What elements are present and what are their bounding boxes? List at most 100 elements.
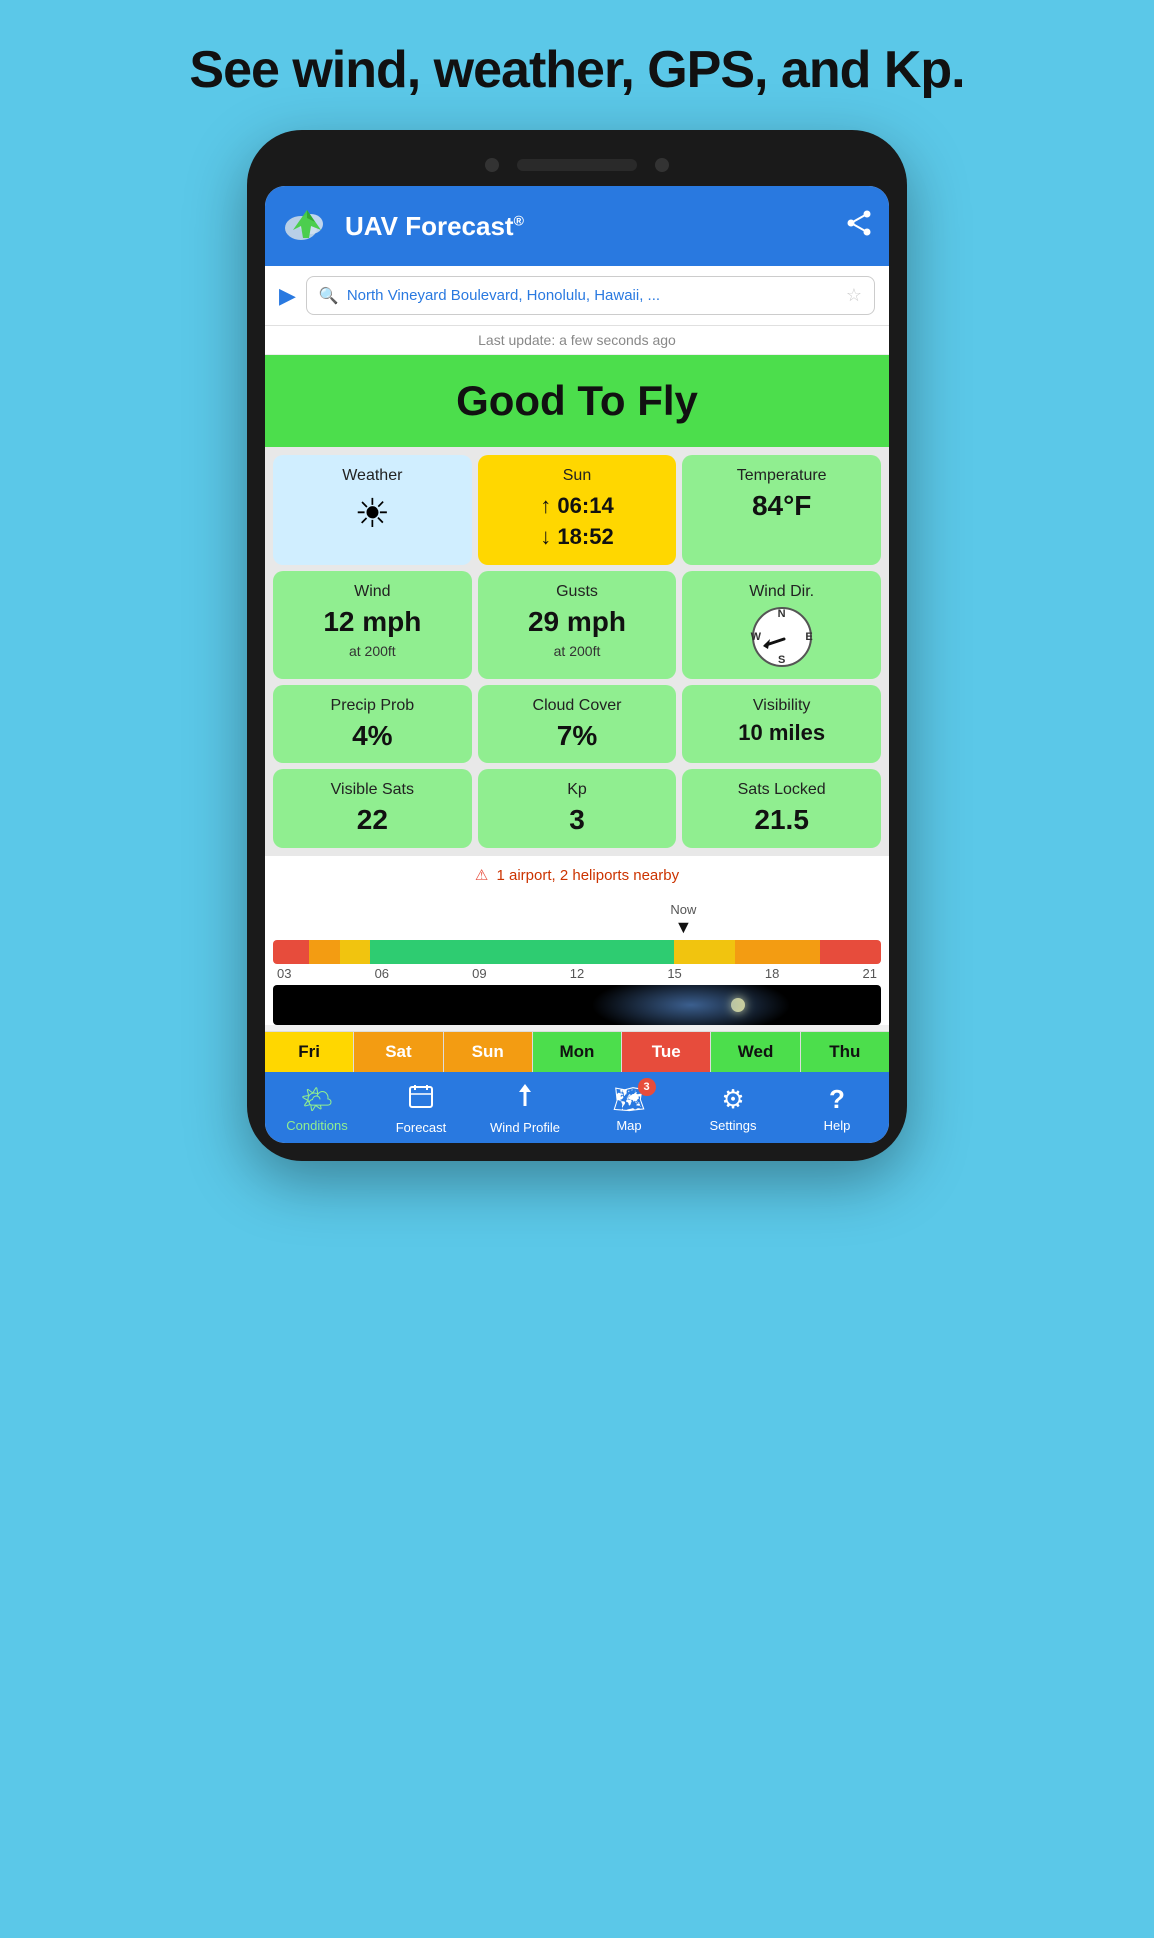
app-header: UAV Forecast® xyxy=(265,186,889,266)
nav-forecast[interactable]: Forecast xyxy=(381,1082,461,1135)
wind-value: 12 mph xyxy=(323,607,421,638)
map-label: Map xyxy=(616,1118,641,1133)
conditions-icon: 🌤 xyxy=(300,1084,333,1115)
tl-label-18: 18 xyxy=(765,966,779,981)
cloud-cover-card: Cloud Cover 7% xyxy=(478,685,677,764)
gusts-card: Gusts 29 mph at 200ft xyxy=(478,571,677,679)
sun-times: ↑ 06:14 ↓ 18:52 xyxy=(540,491,613,553)
weather-icon: ☀ xyxy=(354,491,390,537)
airport-warning-text: 1 airport, 2 heliports nearby xyxy=(497,867,680,884)
sun-label: Sun xyxy=(563,467,591,485)
sats-locked-value: 21.5 xyxy=(754,805,809,836)
airport-warning: ⚠ 1 airport, 2 heliports nearby xyxy=(265,856,889,894)
data-grid: Weather ☀ Sun ↑ 06:14 ↓ 18:52 Temperatur… xyxy=(265,447,889,856)
warning-icon: ⚠ xyxy=(475,867,488,884)
speaker-bar xyxy=(517,159,637,171)
now-arrow: ▼ xyxy=(674,917,692,938)
cloud-cover-label: Cloud Cover xyxy=(533,697,622,715)
visible-sats-value: 22 xyxy=(357,805,388,836)
nav-wind-profile[interactable]: Wind Profile xyxy=(485,1082,565,1135)
search-section: ▶ 🔍 North Vineyard Boulevard, Honolulu, … xyxy=(265,266,889,326)
help-label: Help xyxy=(824,1118,851,1133)
wind-dir-card: Wind Dir. N S E W xyxy=(682,571,881,679)
day-tab-sat[interactable]: Sat xyxy=(354,1032,443,1072)
visibility-card: Visibility 10 miles xyxy=(682,685,881,764)
kp-value: 3 xyxy=(569,805,585,836)
tl-label-06: 06 xyxy=(375,966,389,981)
temperature-label: Temperature xyxy=(737,467,827,485)
weather-label: Weather xyxy=(342,467,402,485)
day-tab-wed[interactable]: Wed xyxy=(711,1032,800,1072)
map-icon: 🗺 3 xyxy=(612,1084,645,1115)
sun-card: Sun ↑ 06:14 ↓ 18:52 xyxy=(478,455,677,565)
last-update-text: Last update: a few seconds ago xyxy=(265,326,889,355)
map-badge: 3 xyxy=(638,1078,656,1096)
nav-help[interactable]: ? Help xyxy=(797,1084,877,1133)
visibility-label: Visibility xyxy=(753,697,811,715)
bottom-nav: 🌤 Conditions Forecast xyxy=(265,1072,889,1143)
tl-label-21: 21 xyxy=(862,966,876,981)
sats-locked-card: Sats Locked 21.5 xyxy=(682,769,881,848)
camera-dot-right xyxy=(655,158,669,172)
precip-label: Precip Prob xyxy=(331,697,415,715)
night-glow xyxy=(591,985,791,1025)
day-tabs[interactable]: Fri Sat Sun Mon Tue Wed Thu xyxy=(265,1031,889,1072)
location-icon[interactable]: ▶ xyxy=(279,283,296,309)
camera-dot-left xyxy=(485,158,499,172)
wind-dir-label: Wind Dir. xyxy=(749,583,814,601)
timeline-color-bar xyxy=(273,940,881,964)
day-tab-thu[interactable]: Thu xyxy=(801,1032,889,1072)
precip-card: Precip Prob 4% xyxy=(273,685,472,764)
search-bar[interactable]: 🔍 North Vineyard Boulevard, Honolulu, Ha… xyxy=(306,276,875,315)
tl-label-03: 03 xyxy=(277,966,291,981)
wind-label: Wind xyxy=(354,583,390,601)
gusts-sub: at 200ft xyxy=(554,643,601,659)
settings-icon: ⚙ xyxy=(721,1084,744,1115)
cloud-cover-value: 7% xyxy=(557,721,597,752)
gusts-value: 29 mph xyxy=(528,607,626,638)
app-logo xyxy=(281,200,333,252)
day-tab-sun[interactable]: Sun xyxy=(444,1032,533,1072)
tl-label-12: 12 xyxy=(570,966,584,981)
phone-top-bar xyxy=(265,158,889,172)
gusts-label: Gusts xyxy=(556,583,598,601)
nav-map[interactable]: 🗺 3 Map xyxy=(589,1084,669,1133)
sunset-time: ↓ 18:52 xyxy=(540,522,613,553)
wind-sub: at 200ft xyxy=(349,643,396,659)
wind-profile-icon xyxy=(511,1082,539,1117)
visible-sats-card: Visible Sats 22 xyxy=(273,769,472,848)
sunrise-time: ↑ 06:14 xyxy=(540,491,613,522)
search-icon: 🔍 xyxy=(319,286,339,306)
now-label: Now xyxy=(670,902,696,917)
timeline-labels: 03 06 09 12 15 18 21 xyxy=(273,966,881,981)
nav-conditions[interactable]: 🌤 Conditions xyxy=(277,1084,357,1133)
phone-shell: UAV Forecast® ▶ 🔍 North Vineyard Bouleva… xyxy=(247,130,907,1161)
help-icon: ? xyxy=(829,1084,845,1115)
tl-label-15: 15 xyxy=(667,966,681,981)
tl-label-09: 09 xyxy=(472,966,486,981)
temperature-card: Temperature 84°F xyxy=(682,455,881,565)
conditions-label: Conditions xyxy=(286,1118,347,1133)
forecast-label: Forecast xyxy=(396,1120,447,1135)
wind-profile-label: Wind Profile xyxy=(490,1120,560,1135)
weather-card: Weather ☀ xyxy=(273,455,472,565)
wind-card: Wind 12 mph at 200ft xyxy=(273,571,472,679)
precip-value: 4% xyxy=(352,721,392,752)
visibility-value: 10 miles xyxy=(738,721,825,745)
app-title: UAV Forecast® xyxy=(345,211,833,242)
page-headline: See wind, weather, GPS, and Kp. xyxy=(189,40,964,100)
favorite-icon[interactable]: ☆ xyxy=(846,285,862,306)
compass: N S E W xyxy=(752,607,812,667)
share-icon[interactable] xyxy=(845,209,873,244)
temperature-value: 84°F xyxy=(752,491,811,522)
day-tab-tue[interactable]: Tue xyxy=(622,1032,711,1072)
app-screen: UAV Forecast® ▶ 🔍 North Vineyard Bouleva… xyxy=(265,186,889,1143)
timeline-section: Now ▼ 03 06 09 12 xyxy=(265,894,889,1025)
kp-label: Kp xyxy=(567,781,587,799)
day-tab-mon[interactable]: Mon xyxy=(533,1032,622,1072)
day-tab-fri[interactable]: Fri xyxy=(265,1032,354,1072)
forecast-icon xyxy=(407,1082,435,1117)
settings-label: Settings xyxy=(710,1118,757,1133)
search-location-text: North Vineyard Boulevard, Honolulu, Hawa… xyxy=(347,287,838,304)
nav-settings[interactable]: ⚙ Settings xyxy=(693,1084,773,1133)
